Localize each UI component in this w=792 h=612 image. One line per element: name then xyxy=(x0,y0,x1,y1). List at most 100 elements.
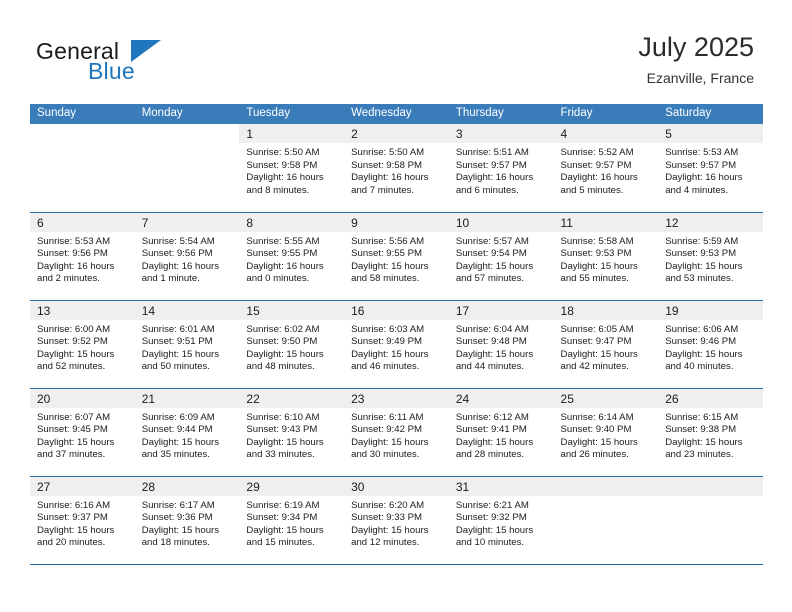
calendar-day-cell[interactable]: 4 Sunrise: 5:52 AM Sunset: 9:57 PM Daylight… xyxy=(553,124,659,212)
daylight-text-line1: Daylight: 15 hours xyxy=(141,348,220,360)
calendar-day-cell[interactable]: 29 Sunrise: 6:19 AM Sunset: 9:34 PM Dayligh… xyxy=(239,475,345,564)
sunrise-text: Sunrise: 6:00 AM xyxy=(37,323,111,335)
day-cell-inner: 16 Sunrise: 6:03 AM Sunset: 9:49 PM Dayligh… xyxy=(344,300,449,388)
calendar-day-cell-empty xyxy=(134,124,240,212)
day-cell-inner: 5 Sunrise: 5:53 AM Sunset: 9:57 PM Daylight… xyxy=(658,124,763,212)
day-number-band: 14 xyxy=(134,300,240,320)
calendar-day-cell[interactable]: 26 Sunrise: 6:15 AM Sunset: 9:38 PM Dayligh… xyxy=(658,387,763,476)
sunrise-text: Sunrise: 5:53 AM xyxy=(665,147,739,158)
day-number: 31 xyxy=(455,479,470,494)
triangle-flag-icon xyxy=(131,40,161,62)
calendar-day-cell[interactable]: 14 Sunrise: 6:01 AM Sunset: 9:51 PM Dayligh… xyxy=(134,299,240,388)
calendar-day-cell[interactable]: 24 Sunrise: 6:12 AM Sunset: 9:41 PM Dayligh… xyxy=(448,387,554,476)
calendar-day-cell[interactable]: 31 Sunrise: 6:21 AM Sunset: 9:32 PM Dayligh… xyxy=(448,475,554,564)
daylight-text-line1: Daylight: 15 hours xyxy=(455,260,534,272)
day-cell-inner xyxy=(658,476,763,565)
daylight-text-line2: and 8 minutes. xyxy=(246,184,310,196)
calendar-day-cell[interactable]: 19 Sunrise: 6:06 AM Sunset: 9:46 PM Dayligh… xyxy=(658,299,763,388)
daylight-text-line1: Daylight: 15 hours xyxy=(665,348,743,360)
daylight-text-line2: and 42 minutes. xyxy=(560,361,629,373)
daylight-text-line1: Daylight: 15 hours xyxy=(665,260,743,272)
weekday-header-saturday: Saturday xyxy=(658,104,763,124)
calendar-day-cell[interactable]: 16 Sunrise: 6:03 AM Sunset: 9:49 PM Dayligh… xyxy=(344,299,449,388)
day-cell-details: Sunrise: 6:07 AM Sunset: 9:45 PM Daylight:… xyxy=(30,408,135,462)
sunset-text: Sunset: 9:51 PM xyxy=(141,336,213,348)
day-number: 20 xyxy=(37,391,51,406)
day-cell-inner: 13 Sunrise: 6:00 AM Sunset: 9:52 PM Dayligh… xyxy=(30,300,135,388)
calendar-day-cell[interactable]: 17 Sunrise: 6:04 AM Sunset: 9:48 PM Dayligh… xyxy=(448,299,554,388)
calendar-day-cell[interactable]: 20 Sunrise: 6:07 AM Sunset: 9:45 PM Dayligh… xyxy=(30,387,135,476)
day-cell-inner: 6 Sunrise: 5:53 AM Sunset: 9:56 PM Daylight… xyxy=(30,212,135,300)
calendar-day-cell[interactable]: 8 Sunrise: 5:55 AM Sunset: 9:55 PM Daylight… xyxy=(239,211,345,300)
day-number-band: 12 xyxy=(658,212,763,232)
day-cell-inner xyxy=(553,476,659,565)
calendar-day-cell[interactable]: 7 Sunrise: 5:54 AM Sunset: 9:56 PM Daylight… xyxy=(134,211,240,300)
sunrise-text: Sunrise: 5:50 AM xyxy=(246,147,320,158)
daylight-text-line2: and 48 minutes. xyxy=(246,361,315,373)
day-cell-details: Sunrise: 6:21 AM Sunset: 9:32 PM Daylight:… xyxy=(449,496,554,550)
calendar-day-cell[interactable]: 3 Sunrise: 5:51 AM Sunset: 9:57 PM Daylight… xyxy=(448,124,554,212)
brand-logo[interactable]: General Blue xyxy=(36,38,276,90)
sunrise-text: Sunrise: 6:05 AM xyxy=(560,323,634,335)
calendar-day-cell[interactable]: 11 Sunrise: 5:58 AM Sunset: 9:53 PM Dayligh… xyxy=(553,211,659,300)
sunset-text: Sunset: 9:54 PM xyxy=(455,248,527,260)
daylight-text-line2: and 46 minutes. xyxy=(351,361,420,373)
day-cell-details: Sunrise: 6:02 AM Sunset: 9:50 PM Daylight:… xyxy=(239,320,344,374)
calendar-day-cell[interactable]: 30 Sunrise: 6:20 AM Sunset: 9:33 PM Dayligh… xyxy=(344,475,449,564)
day-cell-details: Sunrise: 5:56 AM Sunset: 9:55 PM Daylight:… xyxy=(344,232,449,286)
day-number-band: 7 xyxy=(134,212,240,232)
calendar-day-cell[interactable]: 22 Sunrise: 6:10 AM Sunset: 9:43 PM Dayligh… xyxy=(239,387,345,476)
calendar-day-cell[interactable]: 28 Sunrise: 6:17 AM Sunset: 9:36 PM Dayligh… xyxy=(134,475,240,564)
calendar-day-cell[interactable]: 25 Sunrise: 6:14 AM Sunset: 9:40 PM Dayligh… xyxy=(553,387,659,476)
day-cell-details: Sunrise: 6:09 AM Sunset: 9:44 PM Daylight:… xyxy=(135,408,240,462)
sunset-text: Sunset: 9:44 PM xyxy=(141,424,213,436)
sunrise-text: Sunrise: 5:56 AM xyxy=(351,235,425,247)
calendar-day-cell[interactable]: 15 Sunrise: 6:02 AM Sunset: 9:50 PM Dayligh… xyxy=(239,299,345,388)
calendar-day-cell[interactable]: 6 Sunrise: 5:53 AM Sunset: 9:56 PM Daylight… xyxy=(30,211,135,300)
calendar-day-cell[interactable]: 12 Sunrise: 5:59 AM Sunset: 9:53 PM Dayligh… xyxy=(658,211,763,300)
day-number: 18 xyxy=(560,303,574,318)
day-number-band: 25 xyxy=(553,388,659,408)
sunrise-text: Sunrise: 5:53 AM xyxy=(37,235,111,247)
day-cell-inner: 25 Sunrise: 6:14 AM Sunset: 9:40 PM Dayligh… xyxy=(553,388,659,476)
day-number: 7 xyxy=(141,215,149,230)
day-number-band: 20 xyxy=(30,388,135,408)
daylight-text-line1: Daylight: 15 hours xyxy=(455,348,534,360)
day-cell-inner: 1 Sunrise: 5:50 AM Sunset: 9:58 PM Daylight… xyxy=(239,124,345,212)
sunrise-text: Sunrise: 5:55 AM xyxy=(246,235,320,247)
calendar-day-cell[interactable]: 13 Sunrise: 6:00 AM Sunset: 9:52 PM Dayligh… xyxy=(30,299,135,388)
day-number: 29 xyxy=(246,479,260,494)
daylight-text-line2: and 33 minutes. xyxy=(246,449,315,461)
weekday-header-friday: Friday xyxy=(553,104,659,124)
day-number-band: 5 xyxy=(658,124,763,143)
daylight-text-line2: and 40 minutes. xyxy=(665,361,734,373)
sunrise-text: Sunrise: 6:11 AM xyxy=(351,411,424,423)
calendar-day-cell[interactable]: 18 Sunrise: 6:05 AM Sunset: 9:47 PM Dayligh… xyxy=(553,299,659,388)
day-cell-inner xyxy=(30,124,135,212)
sunrise-text: Sunrise: 5:52 AM xyxy=(560,147,634,158)
day-cell-details: Sunrise: 5:51 AM Sunset: 9:57 PM Daylight:… xyxy=(449,143,554,197)
calendar-day-cell[interactable]: 10 Sunrise: 5:57 AM Sunset: 9:54 PM Dayligh… xyxy=(448,211,554,300)
sunrise-text: Sunrise: 6:21 AM xyxy=(455,499,529,511)
sunset-text: Sunset: 9:57 PM xyxy=(455,159,527,171)
day-number: 2 xyxy=(351,127,358,141)
calendar-day-cell[interactable]: 9 Sunrise: 5:56 AM Sunset: 9:55 PM Daylight… xyxy=(344,211,449,300)
calendar-day-cell[interactable]: 21 Sunrise: 6:09 AM Sunset: 9:44 PM Dayligh… xyxy=(134,387,240,476)
calendar-day-cell[interactable]: 27 Sunrise: 6:16 AM Sunset: 9:37 PM Dayligh… xyxy=(30,475,135,564)
sunset-text: Sunset: 9:46 PM xyxy=(665,336,737,348)
daylight-text-line2: and 23 minutes. xyxy=(665,449,734,461)
sunset-text: Sunset: 9:56 PM xyxy=(141,248,213,260)
day-cell-details: Sunrise: 5:55 AM Sunset: 9:55 PM Daylight:… xyxy=(239,232,344,286)
calendar-day-cell[interactable]: 5 Sunrise: 5:53 AM Sunset: 9:57 PM Daylight… xyxy=(658,124,763,212)
sunset-text: Sunset: 9:52 PM xyxy=(37,336,108,348)
grid-bottom-rule xyxy=(30,564,763,565)
calendar-day-cell-empty xyxy=(30,124,135,212)
daylight-text-line1: Daylight: 15 hours xyxy=(665,436,743,448)
calendar-week-row: 13 Sunrise: 6:00 AM Sunset: 9:52 PM Dayligh… xyxy=(30,299,763,388)
calendar-day-cell[interactable]: 23 Sunrise: 6:11 AM Sunset: 9:42 PM Dayligh… xyxy=(344,387,449,476)
calendar-day-cell[interactable]: 2 Sunrise: 5:50 AM Sunset: 9:58 PM Daylight… xyxy=(344,124,449,212)
calendar-day-cell[interactable]: 1 Sunrise: 5:50 AM Sunset: 9:58 PM Daylight… xyxy=(239,124,345,212)
daylight-text-line2: and 30 minutes. xyxy=(351,449,420,461)
day-cell-inner: 10 Sunrise: 5:57 AM Sunset: 9:54 PM Dayligh… xyxy=(448,212,554,300)
daylight-text-line2: and 37 minutes. xyxy=(37,449,106,461)
